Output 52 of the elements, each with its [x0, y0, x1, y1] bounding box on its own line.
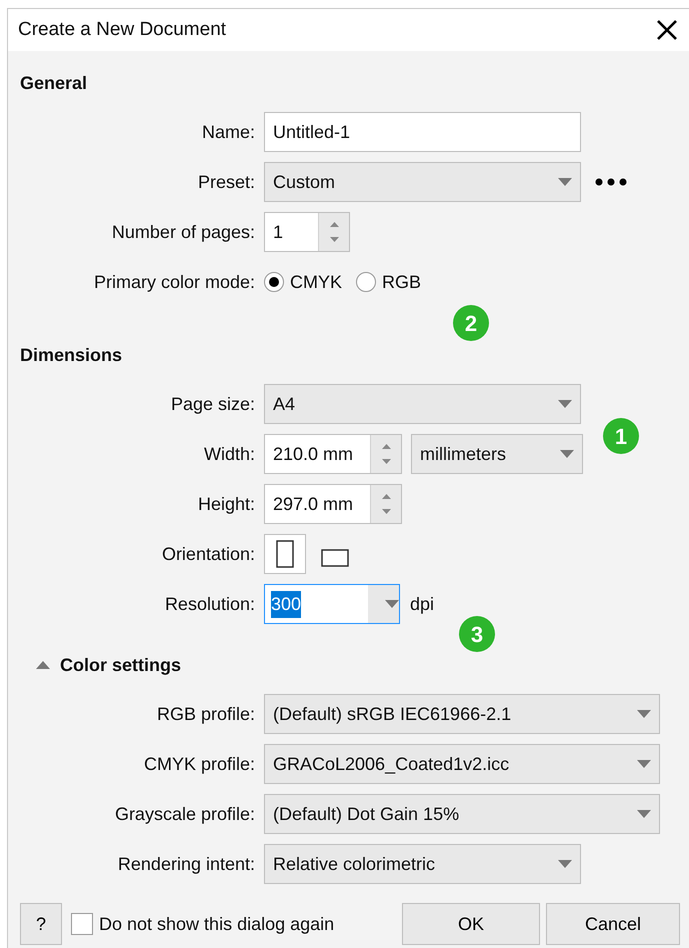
dropdown-caret-icon [385, 600, 399, 608]
window-title: Create a New Document [18, 18, 226, 42]
field-label: Preset: [196, 170, 256, 194]
radio-button[interactable]: RGB [356, 268, 422, 296]
dropdown[interactable]: A4 [264, 384, 581, 424]
radio-button[interactable]: CMYK [264, 268, 342, 296]
dropdown[interactable]: GRACoL2006_Coated1v2.icc [264, 744, 660, 784]
ok-button[interactable]: OK [402, 903, 540, 945]
close-icon[interactable] [656, 19, 678, 41]
field-label: Grayscale profile: [114, 802, 256, 826]
dropdown-caret-icon [558, 400, 572, 408]
field-label: Height: [196, 492, 256, 516]
dropdown-caret-icon [560, 450, 574, 458]
dropdown[interactable]: Relative colorimetric [264, 844, 581, 884]
section-heading: Color settings [60, 654, 182, 677]
section-heading: General [19, 72, 88, 94]
combo-field[interactable]: 300 [264, 584, 400, 624]
spin-arrows-icon[interactable] [370, 435, 401, 473]
field-label: Width: [202, 442, 256, 466]
field-label: Rendering intent: [116, 852, 256, 876]
text-field[interactable]: Untitled-1 [264, 112, 581, 152]
field-label: Primary color mode: [92, 270, 256, 294]
dropdown-caret-icon [558, 860, 572, 868]
dropdown[interactable]: millimeters [411, 434, 583, 474]
field-label: Resolution: [164, 592, 256, 616]
dropdown-caret-icon [637, 710, 651, 718]
more-dots-icon[interactable] [595, 178, 627, 186]
dropdown-caret-icon [637, 760, 651, 768]
help-button[interactable]: ? [20, 903, 62, 945]
portrait-page-icon[interactable] [264, 534, 306, 574]
dropdown[interactable]: (Default) sRGB IEC61966-2.1 [264, 694, 660, 734]
spin-field[interactable]: 210.0 mm [264, 434, 402, 474]
field-label: Name: [200, 120, 256, 144]
field-label: RGB profile: [156, 702, 256, 726]
spin-field[interactable]: 1 [264, 212, 350, 252]
spin-arrows-icon[interactable] [318, 213, 349, 251]
collapse-triangle-icon[interactable] [36, 661, 50, 669]
spin-arrows-icon[interactable] [370, 485, 401, 523]
checkbox[interactable] [71, 913, 93, 935]
unit-label: dpi [410, 592, 434, 616]
dropdown-caret-icon [637, 810, 651, 818]
cancel-button[interactable]: Cancel [546, 903, 680, 945]
field-label: Number of pages: [110, 220, 256, 244]
field-label: Orientation: [160, 542, 256, 566]
checkbox-label: Do not show this dialog again [99, 912, 334, 936]
field-label: Page size: [170, 392, 256, 416]
spin-field[interactable]: 297.0 mm [264, 484, 402, 524]
dropdown[interactable]: (Default) Dot Gain 15% [264, 794, 660, 834]
section-heading: Dimensions [19, 344, 124, 366]
dropdown-caret-icon [558, 178, 572, 186]
field-label: CMYK profile: [142, 752, 256, 776]
dropdown[interactable]: Custom [264, 162, 581, 202]
